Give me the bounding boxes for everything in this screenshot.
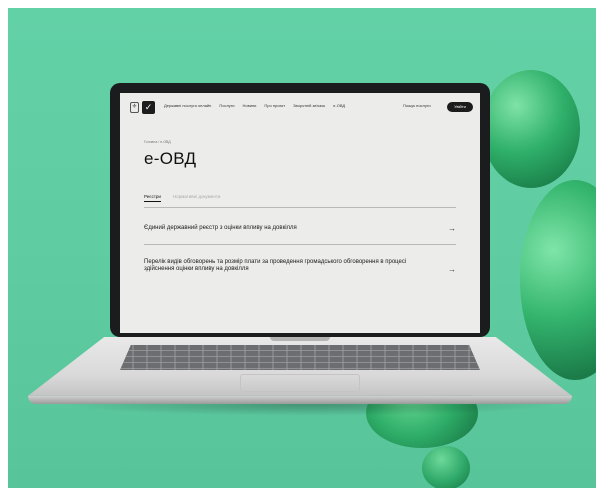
breadcrumb[interactable]: Головна / е-ОВД: [144, 140, 171, 144]
main-nav: Державні послуги онлайн Послуги Новини П…: [164, 103, 345, 108]
laptop-base-front: [28, 396, 572, 404]
portal-logo-icon[interactable]: ✓: [142, 101, 155, 114]
tab-registers[interactable]: Реєстри: [144, 194, 161, 202]
laptop-trackpad: [240, 374, 360, 392]
trident-logo-icon[interactable]: ⚜: [130, 102, 139, 113]
laptop-screen: ⚜ ✓ Державні послуги онлайн Послуги Нови…: [120, 93, 480, 333]
nav-item-about[interactable]: Про проєкт: [264, 103, 285, 108]
decorative-sphere: [520, 180, 596, 380]
tab-bar: Реєстри Нормативні документи: [144, 194, 220, 202]
tab-normative-documents[interactable]: Нормативні документи: [173, 194, 220, 202]
nav-item-news[interactable]: Новини: [243, 103, 257, 108]
decorative-sphere: [422, 446, 470, 488]
divider: [144, 207, 456, 208]
list-item-label: Перелік видів обговорень та розмір плати…: [144, 259, 407, 272]
list-item-label: Єдиний державний реєстр з оцінки впливу …: [144, 225, 297, 231]
arrow-right-icon: →: [448, 265, 456, 274]
keyboard-rows: [120, 345, 480, 370]
nav-item-services[interactable]: Послуги: [219, 103, 234, 108]
nav-item-feedback[interactable]: Зворотній зв'язок: [293, 103, 325, 108]
page-title: е-ОВД: [144, 149, 197, 168]
decorative-sphere: [482, 70, 580, 188]
list-item[interactable]: Єдиний державний реєстр з оцінки впливу …: [144, 224, 456, 233]
nav-item-services-online[interactable]: Державні послуги онлайн: [164, 103, 211, 108]
arrow-right-icon: →: [448, 224, 456, 233]
lid-notch: [270, 337, 330, 341]
login-button[interactable]: Увійти: [447, 102, 473, 112]
laptop-lid: ⚜ ✓ Державні послуги онлайн Послуги Нови…: [110, 83, 490, 337]
site-header: ⚜ ✓ Державні послуги онлайн Послуги Нови…: [120, 93, 480, 119]
divider: [144, 244, 456, 245]
nav-item-e-ovd[interactable]: е-ОВД: [333, 103, 345, 108]
search-link[interactable]: Пошук послуги: [403, 103, 431, 108]
list-item[interactable]: Перелік видів обговорень та розмір плати…: [144, 259, 456, 274]
